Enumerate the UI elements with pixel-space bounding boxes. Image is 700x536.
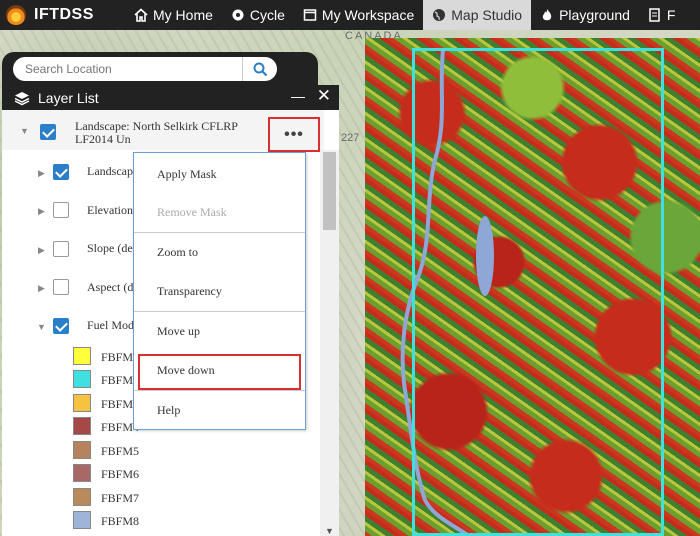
menu-item-zoom-to[interactable]: Zoom to: [134, 233, 305, 271]
top-navigation-bar: IFTDSS My Home Cycle My Workspace Map St…: [0, 0, 700, 30]
legend-swatch-fbfm1: [73, 347, 91, 365]
nav-more[interactable]: F: [639, 0, 685, 30]
menu-item-move-up[interactable]: Move up: [134, 312, 305, 350]
legend-swatch-fbfm7: [73, 488, 91, 506]
nav-my-home-label: My Home: [153, 7, 213, 23]
legend-label-fbfm7: FBFM7: [101, 491, 140, 505]
nav-cycle[interactable]: Cycle: [222, 0, 294, 30]
top-layer-checkbox[interactable]: [40, 124, 56, 140]
more-options-icon: •••: [284, 125, 304, 143]
caret-right-icon[interactable]: ▶: [38, 245, 45, 256]
nav-my-home[interactable]: My Home: [125, 0, 222, 30]
legend-swatch-fbfm3: [73, 394, 91, 412]
legend-swatch-fbfm5: [73, 441, 91, 459]
layer-checkbox-fuel-model[interactable]: [53, 318, 69, 334]
globe-icon: [433, 9, 446, 21]
menu-item-help[interactable]: Help: [134, 391, 305, 429]
legend-label-fbfm8: FBFM8: [101, 514, 140, 528]
nav-more-label: F: [666, 7, 676, 23]
map-label-road: 227: [341, 132, 360, 144]
legend-swatch-fbfm6: [73, 464, 91, 482]
caret-down-icon[interactable]: ▼: [20, 126, 29, 136]
workspace-icon: [303, 9, 317, 21]
caret-down-icon[interactable]: ▼: [37, 322, 46, 332]
layer-checkbox-landscape[interactable]: [53, 164, 69, 180]
nav-cycle-label: Cycle: [249, 7, 285, 23]
layer-label-slope: Slope (deg: [87, 241, 139, 255]
close-button[interactable]: ✕: [317, 86, 331, 106]
layer-list-title: Layer List: [38, 89, 99, 106]
legend-label-fbfm6: FBFM6: [101, 467, 140, 481]
search-button[interactable]: [242, 57, 277, 81]
move-down-highlight: [138, 354, 301, 390]
layers-icon: [14, 91, 30, 105]
nav-map-studio[interactable]: Map Studio: [423, 0, 532, 30]
nav-playground[interactable]: Playground: [531, 0, 639, 30]
caret-right-icon[interactable]: ▶: [38, 283, 45, 294]
search-input[interactable]: [25, 62, 243, 76]
search-icon: [253, 62, 267, 76]
layer-label-fuel-model: Fuel Mode: [87, 318, 140, 332]
brand-name: IFTDSS: [34, 6, 94, 23]
layer-list-header: Layer List — ✕: [2, 85, 339, 110]
layer-list-scrollbar[interactable]: ▼: [320, 150, 339, 536]
caret-right-icon[interactable]: ▶: [38, 206, 45, 217]
layer-options-button[interactable]: •••: [268, 117, 320, 152]
search-box: [13, 57, 277, 81]
flame-icon: [542, 9, 552, 21]
legend-swatch-fbfm4: [73, 417, 91, 435]
legend-swatch-fbfm8: [73, 511, 91, 529]
nav-playground-label: Playground: [559, 7, 630, 23]
layer-label-aspect: Aspect (de: [87, 280, 139, 294]
home-icon: [134, 8, 148, 22]
nav-my-workspace-label: My Workspace: [321, 7, 415, 23]
scrollbar-thumb[interactable]: [323, 152, 336, 230]
area-of-interest-outline: [412, 48, 664, 536]
cycle-icon: [232, 9, 244, 21]
layer-label-elevation: Elevation: [87, 203, 133, 217]
layer-checkbox-aspect[interactable]: [53, 279, 69, 295]
layer-checkbox-slope[interactable]: [53, 241, 69, 257]
layer-label-landscape: Landscape: [87, 164, 139, 178]
caret-right-icon[interactable]: ▶: [38, 168, 45, 179]
legend-label-fbfm5: FBFM5: [101, 444, 140, 458]
minimize-button[interactable]: —: [291, 88, 305, 104]
legend-swatch-fbfm2: [73, 370, 91, 388]
menu-item-apply-mask[interactable]: Apply Mask: [134, 155, 305, 193]
nav-my-workspace[interactable]: My Workspace: [294, 0, 423, 30]
layer-checkbox-elevation[interactable]: [53, 202, 69, 218]
document-icon: [649, 8, 660, 22]
scroll-down-arrow-icon[interactable]: ▼: [325, 526, 334, 536]
nav-map-studio-label: Map Studio: [451, 7, 523, 23]
menu-item-transparency[interactable]: Transparency: [134, 272, 305, 310]
top-layer-label: Landscape: North Selkirk CFLRP LF2014 Un: [75, 119, 238, 146]
brand[interactable]: IFTDSS: [0, 0, 125, 30]
menu-item-remove-mask: Remove Mask: [157, 204, 227, 219]
brand-logo-icon: [6, 5, 26, 25]
